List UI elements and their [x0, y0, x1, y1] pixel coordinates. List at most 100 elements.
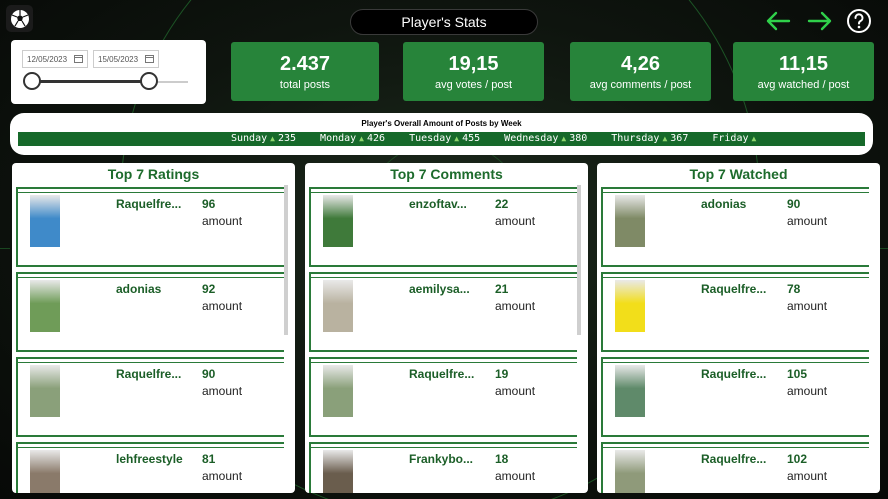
- weekday-value: 455: [462, 133, 481, 144]
- start-date-value: 12/05/2023: [27, 54, 68, 64]
- metric-unit: amount: [202, 214, 243, 228]
- player-name: Raquelfre...: [701, 452, 767, 466]
- list-item[interactable]: lehfreestyle 81 amount: [16, 442, 284, 493]
- calendar-icon: [74, 54, 83, 65]
- weekly-posts-strip: Sunday ▲ 235 Monday ▲ 426 Tuesday ▲ 455 Wednes…: [18, 132, 865, 146]
- panel-scrollbar[interactable]: [577, 185, 581, 335]
- kpi-value: 19,15: [448, 52, 499, 75]
- weekday-item: Monday ▲ 426: [320, 132, 385, 146]
- back-arrow-icon[interactable]: [764, 7, 792, 35]
- list-item[interactable]: Raquelfre... 19 amount: [309, 357, 577, 437]
- date-slider-end-handle[interactable]: [140, 72, 158, 90]
- end-date-value: 15/05/2023: [98, 54, 139, 64]
- weekday-item: Friday ▲: [712, 132, 759, 146]
- player-name: aemilysa...: [409, 282, 470, 296]
- list-item[interactable]: adonias 92 amount: [16, 272, 284, 352]
- player-name: Raquelfre...: [116, 367, 182, 381]
- weekday-name: Friday: [712, 133, 749, 144]
- weekday-name: Sunday: [231, 133, 268, 144]
- weekday-value: 367: [670, 133, 689, 144]
- end-date-input[interactable]: 15/05/2023: [93, 50, 159, 68]
- post-thumbnail: [615, 280, 645, 332]
- list-item[interactable]: Raquelfre... 96 amount: [16, 187, 284, 267]
- player-name: Raquelfre...: [701, 367, 767, 381]
- up-triangle-icon: ▲: [662, 134, 668, 143]
- metric-unit: amount: [202, 299, 243, 313]
- list-item[interactable]: Raquelfre... 102 amount: [601, 442, 869, 493]
- weekly-posts-ticker: Player's Overall Amount of Posts by Week…: [10, 113, 873, 155]
- panel-title: Top 7 Comments: [390, 166, 503, 182]
- player-name: Frankybo...: [409, 452, 474, 466]
- weekday-item: Tuesday ▲ 455: [409, 132, 480, 146]
- list-item[interactable]: Raquelfre... 78 amount: [601, 272, 869, 352]
- player-name: Raquelfre...: [409, 367, 475, 381]
- help-icon[interactable]: [845, 7, 873, 35]
- weekday-value: 426: [367, 133, 386, 144]
- post-thumbnail: [615, 450, 645, 493]
- metric-unit: amount: [495, 384, 536, 398]
- post-thumbnail: [323, 280, 353, 332]
- metric-unit: amount: [202, 469, 243, 483]
- weekday-value: 235: [277, 133, 297, 144]
- start-date-input[interactable]: 12/05/2023: [22, 50, 88, 68]
- player-name: Raquelfre...: [701, 282, 767, 296]
- player-name: Raquelfre...: [116, 197, 182, 211]
- metric-unit: amount: [202, 384, 243, 398]
- kpi-avg-comments: 4,26 avg comments / post: [570, 42, 711, 101]
- player-name: adonias: [116, 282, 162, 296]
- kpi-avg-watched: 11,15 avg watched / post: [733, 42, 874, 101]
- metric-value: 22: [495, 197, 509, 211]
- up-triangle-icon: ▲: [561, 134, 567, 143]
- post-thumbnail: [615, 195, 645, 247]
- post-thumbnail: [615, 365, 645, 417]
- metric-unit: amount: [787, 384, 828, 398]
- metric-value: 19: [495, 367, 509, 381]
- player-name: enzoftav...: [409, 197, 467, 211]
- post-thumbnail: [323, 195, 353, 247]
- top-comments-panel: Top 7 Comments enzoftav... 22 amount aemilys…: [305, 163, 588, 493]
- weekly-posts-title: Player's Overall Amount of Posts by Week: [361, 119, 522, 128]
- weekday-item: Sunday ▲ 235: [231, 132, 296, 146]
- kpi-value: 11,15: [779, 52, 828, 75]
- list-item[interactable]: Raquelfre... 105 amount: [601, 357, 869, 437]
- up-triangle-icon: ▲: [359, 134, 364, 143]
- list-item[interactable]: Frankybo... 18 amount: [309, 442, 577, 493]
- metric-unit: amount: [787, 469, 828, 483]
- list-item[interactable]: enzoftav... 22 amount: [309, 187, 577, 267]
- metric-value: 81: [202, 452, 216, 466]
- up-triangle-icon: ▲: [454, 134, 460, 143]
- panel-title: Top 7 Watched: [689, 166, 788, 182]
- post-thumbnail: [30, 195, 60, 247]
- forward-arrow-icon[interactable]: [806, 7, 834, 35]
- kpi-label: avg votes / post: [434, 78, 513, 91]
- metric-value: 90: [787, 197, 801, 211]
- date-range-filter: 12/05/2023 15/05/2023: [11, 40, 206, 104]
- date-slider-range: [31, 80, 149, 83]
- player-name: lehfreestyle: [116, 452, 183, 466]
- top-watched-panel: Top 7 Watched adonias 90 amount Raquelfre...…: [597, 163, 880, 493]
- metric-unit: amount: [495, 299, 536, 313]
- post-thumbnail: [30, 280, 60, 332]
- player-name: adonias: [701, 197, 747, 211]
- kpi-avg-votes: 19,15 avg votes / post: [403, 42, 544, 101]
- weekday-name: Monday: [320, 133, 357, 144]
- metric-value: 90: [202, 367, 216, 381]
- weekday-name: Tuesday: [409, 133, 452, 144]
- page-title: Player's Stats: [350, 9, 538, 35]
- kpi-label: avg watched / post: [757, 78, 850, 91]
- metric-value: 92: [202, 282, 216, 296]
- kpi-value: 4,26: [621, 52, 660, 75]
- post-thumbnail: [30, 365, 60, 417]
- metric-value: 78: [787, 282, 801, 296]
- list-item[interactable]: Raquelfre... 90 amount: [16, 357, 284, 437]
- post-thumbnail: [323, 365, 353, 417]
- kpi-total-posts: 2.437 total posts: [231, 42, 379, 101]
- calendar-icon: [145, 54, 154, 65]
- list-item[interactable]: aemilysa... 21 amount: [309, 272, 577, 352]
- panel-scrollbar[interactable]: [284, 185, 288, 335]
- post-thumbnail: [30, 450, 60, 493]
- date-slider-start-handle[interactable]: [23, 72, 41, 90]
- metric-value: 21: [495, 282, 509, 296]
- list-item[interactable]: adonias 90 amount: [601, 187, 869, 267]
- panel-title: Top 7 Ratings: [107, 166, 200, 182]
